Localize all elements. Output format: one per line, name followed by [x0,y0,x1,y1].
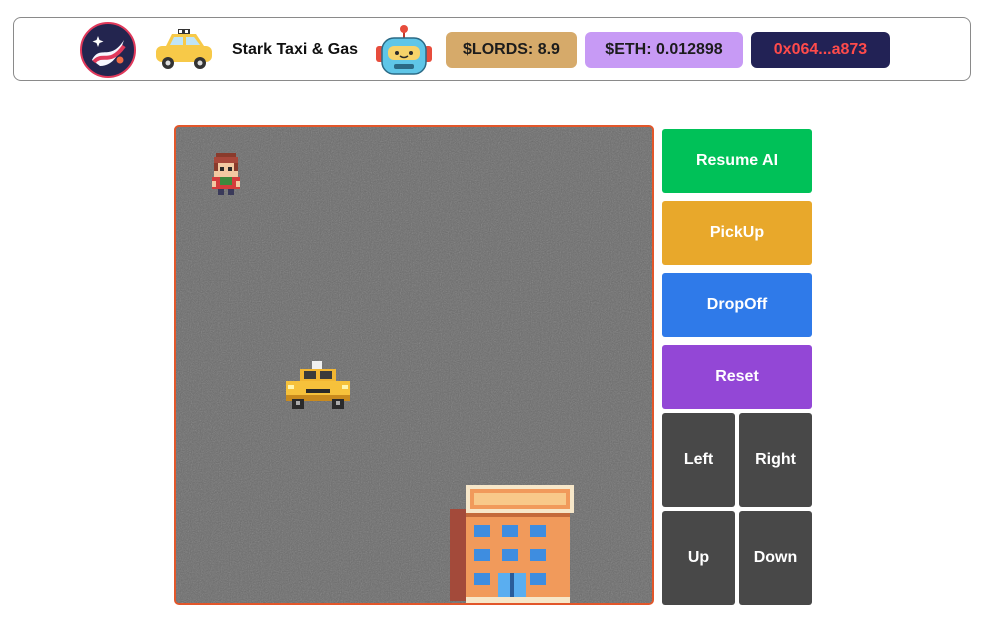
passenger-sprite [212,153,240,195]
dropoff-button[interactable]: DropOff [662,273,812,337]
move-right-button[interactable]: Right [739,413,812,507]
move-left-button[interactable]: Left [662,413,735,507]
building-sprite [450,485,574,603]
lords-balance-badge: $LORDS: 8.9 [446,32,577,68]
wallet-address-button[interactable]: 0x064...a873 [751,32,890,68]
resume-ai-button[interactable]: Resume AI [662,129,812,193]
taxi-sprite [286,361,350,409]
move-down-button[interactable]: Down [739,511,812,605]
move-up-button[interactable]: Up [662,511,735,605]
starknet-logo-icon [80,22,136,78]
app-title: Stark Taxi & Gas [232,41,358,58]
asphalt-texture [176,127,652,603]
game-board [174,125,654,605]
taxi-logo-icon [156,29,212,69]
pickup-button[interactable]: PickUp [662,201,812,265]
reset-button[interactable]: Reset [662,345,812,409]
eth-balance-badge: $ETH: 0.012898 [585,32,743,68]
robot-icon [376,25,432,75]
